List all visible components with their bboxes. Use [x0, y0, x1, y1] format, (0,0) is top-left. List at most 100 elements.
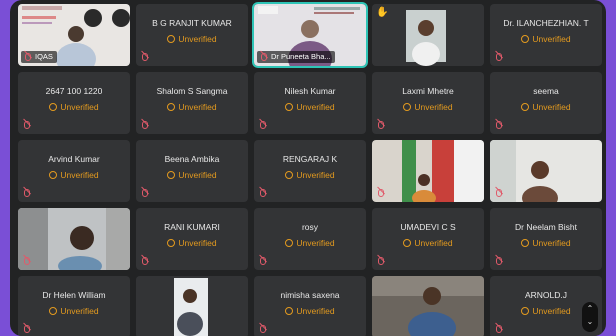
participant-name: Arvind Kumar [48, 154, 100, 164]
participant-video [490, 140, 602, 202]
unverified-icon [49, 103, 58, 111]
participant-video [372, 4, 484, 66]
unverified-icon [521, 35, 530, 43]
participant-tile[interactable]: Nilesh Kumar Unverified [254, 72, 366, 134]
unverified-icon [285, 239, 294, 247]
participant-tile-iqas[interactable]: IQAS [18, 4, 130, 66]
mic-off-icon [260, 53, 267, 62]
unverified-icon [403, 239, 412, 247]
mic-off-icon [495, 121, 502, 130]
unverified-icon [521, 103, 530, 111]
participant-tile[interactable]: Dr Neelam Bisht Unverified [490, 208, 602, 270]
status-badge: Unverified [18, 102, 130, 112]
participant-name: 2647 100 1220 [45, 86, 103, 96]
unverified-icon [285, 171, 294, 179]
participant-tile[interactable]: seema Unverified [490, 72, 602, 134]
mic-off-icon [141, 121, 148, 130]
mic-off-icon [377, 121, 384, 130]
participant-tile[interactable]: ✋ [372, 4, 484, 66]
participant-tile[interactable]: RANI KUMARI Unverified [136, 208, 248, 270]
mic-off-icon [495, 325, 502, 334]
mic-off-icon [141, 189, 148, 198]
unverified-icon [521, 239, 530, 247]
chevron-down-icon[interactable]: ⌄ [582, 317, 598, 326]
participant-name: ARNOLD.J [524, 290, 568, 300]
participant-name: Dr. ILANCHEZHIAN. T [503, 18, 589, 28]
mic-off-icon [23, 121, 30, 130]
participant-name: Beena Ambika [164, 154, 220, 164]
participant-tile[interactable] [372, 140, 484, 202]
mic-off-icon [141, 53, 148, 62]
unverified-icon [167, 103, 176, 111]
participant-name: UMADEVI C S [400, 222, 456, 232]
participant-name: RENGARAJ K [282, 154, 338, 164]
participant-name: B G RANJIT KUMAR [152, 18, 232, 28]
mic-off-icon [23, 325, 30, 334]
participant-tile[interactable] [136, 276, 248, 336]
participant-tile[interactable]: Shalom S Sangma Unverified [136, 72, 248, 134]
unverified-icon [285, 307, 294, 315]
unverified-icon [49, 171, 58, 179]
mic-off-icon [259, 257, 266, 266]
status-badge: Unverified [372, 102, 484, 112]
participant-video [372, 276, 484, 336]
unverified-icon [49, 307, 58, 315]
participant-tile[interactable]: 2647 100 1220 Unverified [18, 72, 130, 134]
status-badge: Unverified [490, 102, 602, 112]
status-badge: Unverified [18, 170, 130, 180]
unverified-icon [167, 35, 176, 43]
unverified-icon [167, 239, 176, 247]
participant-name: Dr Neelam Bisht [515, 222, 577, 232]
participant-tile[interactable]: Arvind Kumar Unverified [18, 140, 130, 202]
status-badge: Unverified [254, 170, 366, 180]
mic-off-icon [259, 325, 266, 334]
participant-tile[interactable]: Dr Helen William Unverified [18, 276, 130, 336]
unverified-icon [521, 307, 530, 315]
status-badge: Unverified [136, 170, 248, 180]
mic-off-icon [377, 189, 384, 198]
participant-name: seema [533, 86, 559, 96]
mic-off-icon [24, 53, 31, 62]
participant-tile[interactable]: Dr. ILANCHEZHIAN. T Unverified [490, 4, 602, 66]
participant-name: IQAS [35, 52, 53, 61]
participant-tile[interactable] [490, 140, 602, 202]
page-scroll-control[interactable]: ⌃ ⌄ [582, 302, 598, 332]
participant-label: Dr Puneeta Bha... [257, 51, 335, 63]
participant-tile[interactable] [372, 276, 484, 336]
participant-tile[interactable] [18, 208, 130, 270]
participant-tile[interactable]: nimisha saxena Unverified [254, 276, 366, 336]
status-badge: Unverified [136, 102, 248, 112]
status-badge: Unverified [254, 306, 366, 316]
status-badge: Unverified [490, 238, 602, 248]
status-badge: Unverified [136, 238, 248, 248]
participant-video [372, 140, 484, 202]
mic-off-icon [495, 257, 502, 266]
participant-name: Nilesh Kumar [284, 86, 336, 96]
unverified-icon [403, 103, 412, 111]
participant-tile-speaking[interactable]: Dr Puneeta Bha... [252, 2, 368, 68]
participant-tile[interactable]: Beena Ambika Unverified [136, 140, 248, 202]
status-badge: Unverified [254, 238, 366, 248]
unverified-icon [167, 171, 176, 179]
mic-off-icon [23, 189, 30, 198]
participant-name: Dr Helen William [42, 290, 106, 300]
status-badge: Unverified [18, 306, 130, 316]
participant-name: Shalom S Sangma [156, 86, 228, 96]
mic-off-icon [377, 257, 384, 266]
participant-name: rosy [301, 222, 319, 232]
status-badge: Unverified [254, 102, 366, 112]
participant-tile[interactable]: B G RANJIT KUMAR Unverified [136, 4, 248, 66]
mic-off-icon [495, 53, 502, 62]
participant-label: IQAS [21, 51, 57, 63]
participant-tile[interactable]: Laxmi Mhetre Unverified [372, 72, 484, 134]
chevron-up-icon[interactable]: ⌃ [582, 304, 598, 313]
participant-tile[interactable]: UMADEVI C S Unverified [372, 208, 484, 270]
participant-tile[interactable]: RENGARAJ K Unverified [254, 140, 366, 202]
status-badge: Unverified [490, 34, 602, 44]
mic-off-icon [23, 257, 30, 266]
status-badge: Unverified [372, 238, 484, 248]
raised-hand-icon: ✋ [376, 7, 389, 18]
participant-tile[interactable]: rosy Unverified [254, 208, 366, 270]
participant-name: Laxmi Mhetre [402, 86, 454, 96]
participant-name: Dr Puneeta Bha... [271, 52, 331, 61]
